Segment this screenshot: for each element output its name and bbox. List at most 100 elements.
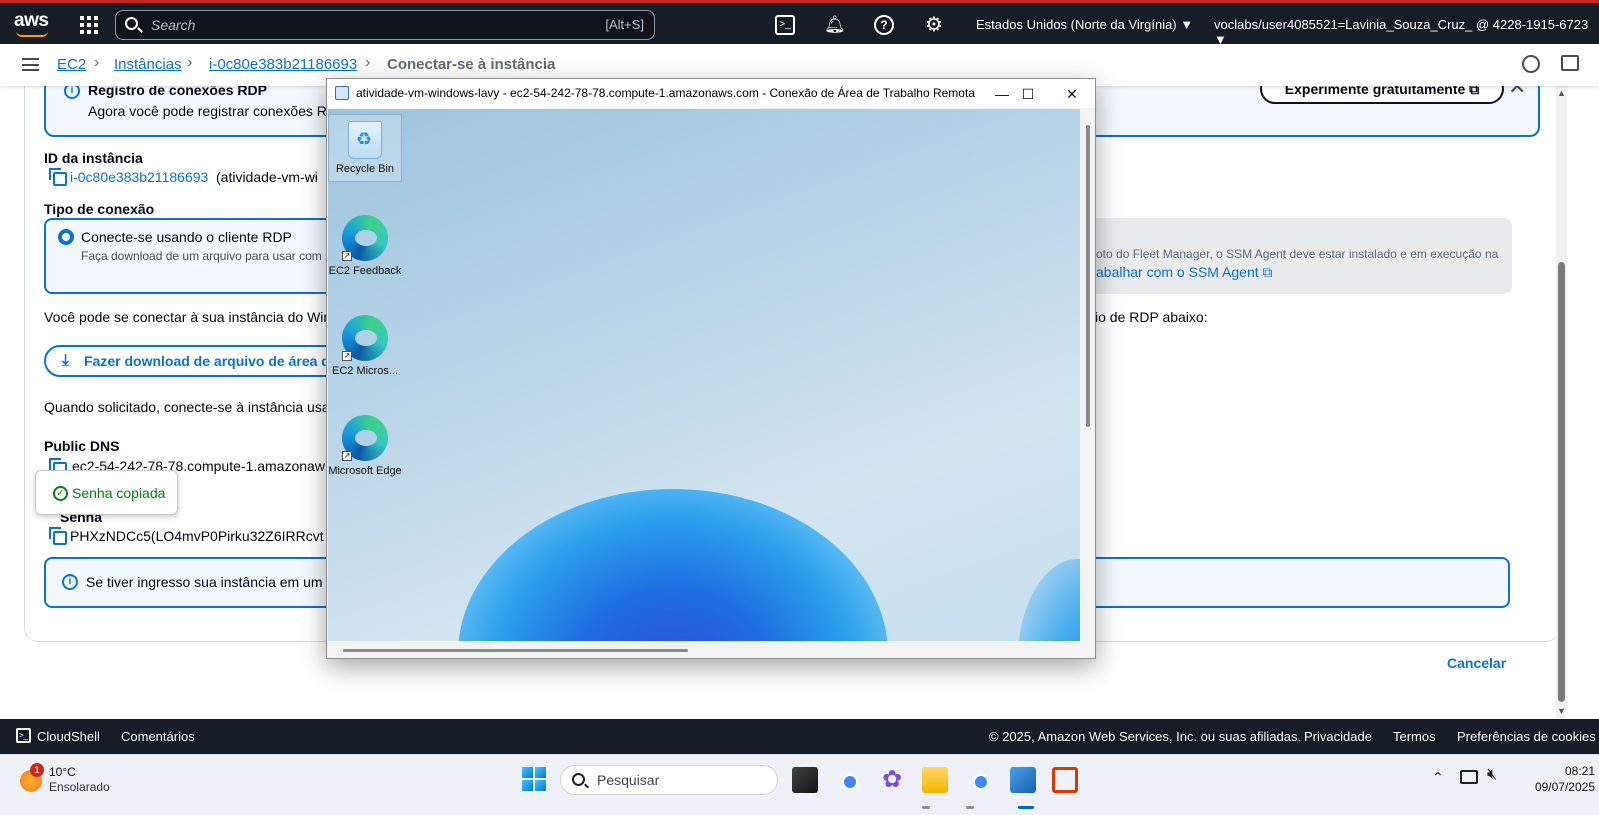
bell-icon[interactable]: 🔔︎: [824, 15, 846, 35]
remote-desktop-icon[interactable]: [1010, 767, 1036, 793]
search-shortcut: [Alt+S]: [605, 17, 644, 32]
cloudshell-icon[interactable]: >_: [775, 15, 795, 35]
aws-footer: >_ CloudShell Comentários © 2025, Amazon…: [0, 719, 1599, 754]
download-button-label: Fazer download de arquivo de área d: [84, 353, 330, 369]
rdp-option-title: Conecte-se usando o cliente RDP: [81, 229, 292, 245]
shortcut-arrow-icon: ↗: [342, 251, 352, 261]
network-icon[interactable]: [1460, 770, 1478, 784]
cancel-button[interactable]: Cancelar: [1447, 655, 1506, 671]
app-flower-icon[interactable]: ✿: [879, 767, 905, 793]
shortcut-arrow-icon: ↗: [342, 451, 352, 461]
rdp-window-title: atividade-vm-windows-lavy - ec2-54-242-7…: [356, 86, 975, 100]
remote-desktop-window[interactable]: atividade-vm-windows-lavy - ec2-54-242-7…: [326, 78, 1096, 659]
close-button[interactable]: ✕: [1052, 83, 1092, 105]
copy-icon[interactable]: [49, 168, 67, 186]
download-rdp-file-button[interactable]: ⤓ Fazer download de arquivo de área d: [44, 345, 344, 377]
weather-description[interactable]: Ensolarado: [49, 780, 110, 794]
aws-top-nav: aws Search [Alt+S] >_ 🔔︎ ? ⚙ Estados Uni…: [0, 0, 1599, 47]
aws-logo[interactable]: aws: [14, 10, 49, 32]
fleet-option-desc: oto do Fleet Manager, o SSM Agent deve e…: [1096, 247, 1499, 261]
terms-link[interactable]: Termos: [1393, 729, 1436, 744]
desktop-icon-recycle-bin[interactable]: Recycle Bin: [328, 114, 402, 182]
rdp-horizontal-scrollbar[interactable]: [343, 649, 688, 652]
clock-time[interactable]: 08:21: [1543, 764, 1595, 778]
ssm-agent-link[interactable]: abalhar com o SSM Agent ⧉: [1096, 264, 1273, 281]
region-selector[interactable]: Estados Unidos (Norte da Virgínia) ▼: [976, 17, 1193, 32]
ssm-agent-link-label: abalhar com o SSM Agent: [1096, 264, 1259, 280]
ingress-text: Se tiver ingresso sua instância em um c: [86, 574, 334, 590]
taskbar-search-box[interactable]: Pesquisar: [560, 765, 778, 795]
password-copied-toast: ✓ Senha copiada: [35, 470, 178, 515]
volume-muted-icon[interactable]: 🔇︎: [1487, 766, 1497, 784]
desktop-icon-label: Recycle Bin: [335, 163, 395, 175]
account-menu[interactable]: voclabs/user4085521=Lavinia_Souza_Cruz_ …: [1214, 17, 1599, 47]
prompt-instructions: Quando solicitado, conecte-se à instânci…: [44, 399, 330, 415]
connect-instructions-end: io de RDP abaixo:: [1095, 309, 1208, 325]
settings-icon[interactable]: ⚙: [924, 15, 944, 35]
running-indicator: [922, 806, 930, 809]
menu-icon[interactable]: [22, 58, 39, 71]
instance-id-link[interactable]: i-0c80e383b21186693: [70, 169, 208, 185]
services-grid-icon[interactable]: [80, 16, 98, 34]
instance-id-label: ID da instância: [44, 150, 143, 166]
task-view-icon[interactable]: [792, 767, 818, 793]
copy-icon[interactable]: [49, 527, 67, 545]
instance-name: (atividade-vm-wi: [216, 169, 318, 185]
notice-text: Agora você pode registrar conexões RD: [88, 103, 338, 119]
search-icon: [572, 773, 585, 786]
maximize-button[interactable]: ☐: [1008, 83, 1048, 105]
cloudshell-link[interactable]: CloudShell: [37, 729, 100, 744]
search-icon: [125, 17, 138, 30]
tools-panel-icon[interactable]: [1561, 55, 1579, 71]
radio-selected-icon[interactable]: [58, 229, 74, 245]
password-value: PHXzNDCc5(LO4mvP0Pirku32Z6IRRcvt: [70, 528, 324, 544]
file-explorer-icon[interactable]: [922, 767, 948, 793]
chevron-right-icon: ›: [94, 54, 100, 71]
scroll-up-icon[interactable]: ▲: [1557, 88, 1566, 98]
chevron-right-icon: ›: [365, 54, 371, 71]
active-indicator: [1018, 806, 1034, 809]
desktop-icon-ec2-feedback[interactable]: ↗ EC2 Feedback: [328, 215, 402, 277]
remote-desktop-area[interactable]: Recycle Bin ↗ EC2 Feedback ↗ EC2 Micros.…: [328, 109, 1080, 641]
clock-date[interactable]: 09/07/2025: [1523, 780, 1595, 794]
connect-instructions: Você pode se conectar à sua instância do…: [44, 309, 332, 325]
fleet-manager-option[interactable]: oto do Fleet Manager, o SSM Agent deve e…: [1094, 218, 1512, 294]
connection-type-label: Tipo de conexão: [44, 201, 155, 217]
weather-temperature[interactable]: 10°C: [49, 765, 76, 779]
weather-badge: 1: [30, 763, 44, 777]
public-dns-label: Public DNS: [44, 438, 120, 454]
download-icon: ⤓: [62, 352, 70, 369]
chevron-up-icon[interactable]: ⌃: [1432, 769, 1444, 786]
aws-logo-smile: [16, 31, 48, 37]
help-icon[interactable]: ?: [874, 15, 894, 35]
rdp-vertical-scrollbar[interactable]: [1086, 125, 1090, 427]
rdp-titlebar[interactable]: atividade-vm-windows-lavy - ec2-54-242-7…: [327, 79, 1095, 108]
copyright-text: © 2025, Amazon Web Services, Inc. ou sua…: [989, 729, 1302, 744]
info-icon: i: [62, 574, 78, 590]
running-indicator: [966, 806, 974, 809]
privacy-link[interactable]: Privacidade: [1304, 729, 1372, 744]
notifications-panel-icon[interactable]: [1522, 55, 1540, 73]
shortcut-arrow-icon: ↗: [342, 351, 352, 361]
desktop-icon-label: Microsoft Edge: [328, 465, 402, 477]
desktop-icon-microsoft-edge[interactable]: ↗ Microsoft Edge: [328, 415, 402, 477]
feedback-link[interactable]: Comentários: [121, 729, 195, 744]
check-circle-icon: ✓: [53, 486, 68, 501]
scroll-down-icon[interactable]: ▼: [1557, 706, 1566, 716]
windows-taskbar: 1 10°C Ensolarado Pesquisar ✿ ⌃ 🔇︎ 08:21…: [0, 754, 1599, 815]
wallpaper-bloom-edge: [1018, 559, 1080, 641]
cookie-preferences-link[interactable]: Preferências de cookies: [1457, 729, 1596, 744]
chevron-right-icon: ›: [187, 54, 193, 71]
search-input[interactable]: Search [Alt+S]: [115, 10, 655, 40]
wallpaper-bloom: [458, 489, 888, 641]
cloudshell-icon[interactable]: >_: [16, 728, 31, 743]
breadcrumb-ec2[interactable]: EC2: [57, 56, 86, 73]
breadcrumb-current: Conectar-se à instância: [387, 56, 556, 73]
search-placeholder: Search: [151, 17, 196, 33]
scrollbar-thumb[interactable]: [1558, 262, 1565, 702]
start-menu-icon[interactable]: [522, 767, 546, 791]
desktop-icon-ec2-microsoft[interactable]: ↗ EC2 Micros...: [328, 315, 402, 377]
breadcrumb-instances[interactable]: Instâncias: [114, 56, 182, 73]
breadcrumb-instance-id[interactable]: i-0c80e383b21186693: [209, 56, 357, 73]
snipping-tool-icon[interactable]: [1052, 767, 1078, 793]
